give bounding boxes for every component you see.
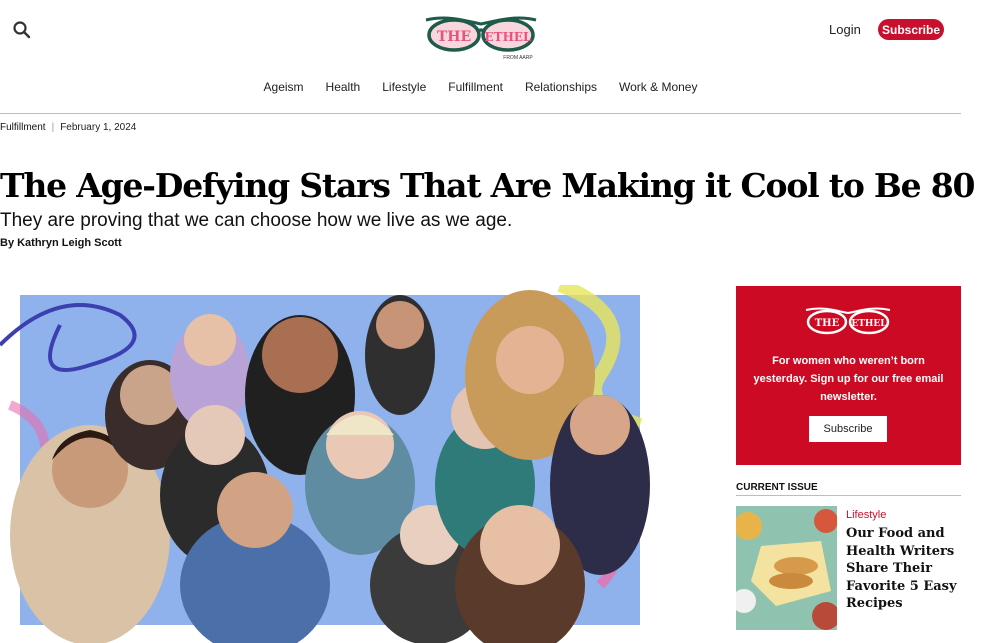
header-divider [0,113,961,114]
newsletter-subscribe-button[interactable]: Subscribe [809,416,887,442]
logo-text-right: ETHEL [485,30,533,44]
hero-image [0,285,660,643]
current-issue-label: CURRENT ISSUE [736,482,818,493]
promo-logo-text-left: THE [815,318,840,329]
logo-tagline: FROM AARP [503,55,533,61]
article-byline: By Kathryn Leigh Scott [0,237,122,249]
current-issue-divider [736,495,961,496]
main-nav: Ageism Health Lifestyle Fulfillment Rela… [0,80,961,94]
current-issue-category[interactable]: Lifestyle [846,509,886,521]
current-issue-title[interactable]: Our Food and Health Writers Share Their … [846,525,961,613]
login-link[interactable]: Login [829,22,861,37]
search-icon [13,21,31,39]
article-headline: The Age-Defying Stars That Are Making it… [0,166,975,205]
current-issue-image[interactable] [736,506,837,630]
nav-item-health[interactable]: Health [315,80,372,94]
article-dek: They are proving that we can choose how … [0,210,513,231]
article-date: February 1, 2024 [60,122,137,133]
subscribe-button[interactable]: Subscribe [878,19,944,40]
article-category-link[interactable]: Fulfillment [0,122,46,133]
promo-logo: THE ETHEL [804,304,892,342]
promo-logo-text-right: ETHEL [851,319,887,329]
newsletter-promo: THE ETHEL For women who weren’t born yes… [736,286,961,465]
site-logo[interactable]: THE ETHEL FROM AARP [422,12,540,64]
promo-text: For women who weren’t born yesterday. Si… [753,355,944,403]
search-button[interactable] [12,20,32,40]
nav-item-relationships[interactable]: Relationships [514,80,608,94]
meta-separator: | [51,122,55,133]
article-meta: Fulfillment | February 1, 2024 [0,122,136,133]
nav-item-work-money[interactable]: Work & Money [608,80,708,94]
nav-item-ageism[interactable]: Ageism [253,80,315,94]
nav-item-lifestyle[interactable]: Lifestyle [371,80,437,94]
nav-item-fulfillment[interactable]: Fulfillment [437,80,514,94]
logo-text-left: THE [437,29,471,45]
